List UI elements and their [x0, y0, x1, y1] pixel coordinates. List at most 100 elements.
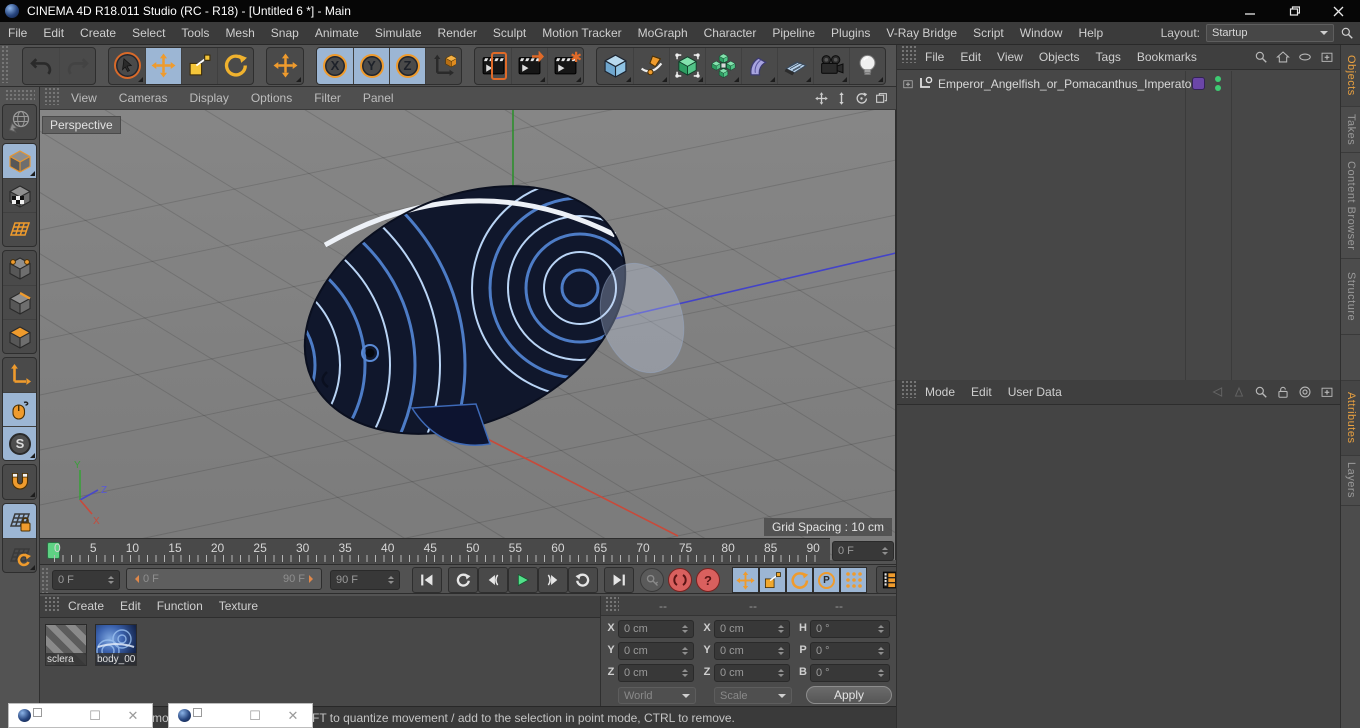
points-mode-button[interactable]: [3, 251, 37, 285]
menu-mesh[interactable]: Mesh: [217, 22, 262, 45]
play-button[interactable]: [508, 567, 538, 593]
pos-y-field[interactable]: 0 cm: [618, 642, 694, 660]
om-menu-edit[interactable]: Edit: [952, 46, 989, 69]
om-grip[interactable]: [901, 45, 917, 63]
add-floor-button[interactable]: [777, 47, 813, 84]
render-view-button[interactable]: [475, 48, 511, 84]
viewport-zoom-icon[interactable]: [835, 91, 848, 105]
am-menu-mode[interactable]: Mode: [917, 381, 963, 404]
material-menu-texture[interactable]: Texture: [211, 595, 266, 618]
viewport-menu-options[interactable]: Options: [240, 87, 303, 109]
object-row[interactable]: Emperor_Angelfish_or_Pomacanthus_Imperat…: [897, 73, 1340, 94]
menu-pipeline[interactable]: Pipeline: [764, 22, 823, 45]
lock-icon[interactable]: [1276, 385, 1290, 399]
z-axis-lock-button[interactable]: Z: [389, 47, 425, 84]
maximize-icon[interactable]: ☐: [236, 708, 274, 724]
viewport-menu-cameras[interactable]: Cameras: [108, 87, 179, 109]
eye-icon[interactable]: [1298, 50, 1312, 64]
play-backwards-button[interactable]: [448, 567, 478, 593]
rot-b-field[interactable]: 0 °: [810, 664, 890, 682]
fish-model[interactable]: [40, 138, 697, 560]
workplane-lock-button[interactable]: [3, 504, 36, 538]
toolbar-grip[interactable]: [1, 45, 10, 83]
viewport-pan-icon[interactable]: [815, 92, 828, 105]
record-keyframe-button[interactable]: [640, 568, 664, 592]
move-tool[interactable]: [145, 47, 181, 84]
viewport-canvas[interactable]: Y Z X Perspective Grid Spacing : 10 cm: [40, 110, 896, 560]
menu-select[interactable]: Select: [124, 22, 173, 45]
camera-label[interactable]: Perspective: [42, 116, 121, 134]
close-icon[interactable]: ✕: [274, 708, 312, 724]
menu-snap[interactable]: Snap: [263, 22, 307, 45]
spinner-arrows[interactable]: [882, 547, 888, 555]
material-sclera[interactable]: sclera: [45, 624, 87, 666]
add-cube-button[interactable]: [597, 48, 633, 84]
menu-character[interactable]: Character: [696, 22, 765, 45]
menu-tools[interactable]: Tools: [173, 22, 217, 45]
add-subdivision-surface-button[interactable]: [669, 47, 705, 84]
search-icon[interactable]: [1254, 50, 1268, 64]
frame-range-slider[interactable]: 0 F 90 F: [126, 568, 322, 590]
y-axis-lock-button[interactable]: Y: [353, 47, 389, 84]
add-spline-button[interactable]: [633, 47, 669, 84]
simulation-button[interactable]: S: [3, 426, 36, 460]
editor-visibility-dot[interactable]: [1215, 76, 1221, 82]
coordinate-space-dropdown[interactable]: World: [618, 687, 696, 704]
edges-mode-button[interactable]: [3, 285, 36, 319]
am-grip[interactable]: [901, 380, 917, 398]
range-right-arrow-icon[interactable]: [309, 575, 317, 583]
add-camera-button[interactable]: [813, 47, 849, 84]
om-menu-view[interactable]: View: [989, 46, 1031, 69]
workplane-snap-button[interactable]: [3, 538, 36, 572]
polygons-mode-button[interactable]: [3, 319, 36, 353]
make-editable-button[interactable]: [3, 105, 37, 139]
viewport-solo-button[interactable]: [3, 392, 36, 426]
menu-sculpt[interactable]: Sculpt: [485, 22, 534, 45]
target-icon[interactable]: [1298, 385, 1312, 399]
rot-h-field[interactable]: 0 °: [810, 620, 890, 638]
rot-p-field[interactable]: 0 °: [810, 642, 890, 660]
live-selection-tool[interactable]: [109, 48, 145, 84]
key-pla-toggle[interactable]: [840, 567, 867, 593]
viewport-rotate-icon[interactable]: [855, 92, 868, 105]
menu-vray-bridge[interactable]: V-Ray Bridge: [878, 22, 965, 45]
play-loop-button[interactable]: [568, 567, 598, 593]
menu-script[interactable]: Script: [965, 22, 1012, 45]
workplane-mode-button[interactable]: [3, 212, 36, 246]
material-menu-create[interactable]: Create: [60, 595, 112, 618]
tab-takes[interactable]: Takes: [1341, 107, 1360, 153]
history-forward-icon[interactable]: [1232, 385, 1246, 399]
viewport-menu-grip[interactable]: [44, 87, 60, 105]
key-rotation-toggle[interactable]: [786, 567, 813, 593]
search-icon[interactable]: [1254, 385, 1268, 399]
last-tool-used[interactable]: [267, 48, 303, 84]
snap-magnet-button[interactable]: [3, 465, 36, 499]
scale-y-field[interactable]: 0 cm: [714, 642, 790, 660]
timeline-frame-field[interactable]: 0 F: [832, 541, 894, 561]
current-frame-field[interactable]: 0 F: [52, 570, 120, 590]
redo-button[interactable]: [59, 47, 95, 84]
coordinate-system-button[interactable]: [425, 47, 461, 84]
viewport-menu-panel[interactable]: Panel: [352, 87, 405, 109]
add-light-button[interactable]: [849, 47, 885, 84]
minimize-button[interactable]: [1228, 0, 1272, 22]
menu-file[interactable]: File: [0, 22, 35, 45]
viewport-menu-display[interactable]: Display: [178, 87, 239, 109]
menu-edit[interactable]: Edit: [35, 22, 72, 45]
goto-start-button[interactable]: [412, 567, 442, 593]
model-mode-button[interactable]: [3, 144, 36, 178]
autokey-button[interactable]: [668, 568, 692, 592]
menu-render[interactable]: Render: [430, 22, 485, 45]
menu-window[interactable]: Window: [1012, 22, 1071, 45]
tab-structure[interactable]: Structure: [1341, 259, 1360, 335]
scale-x-field[interactable]: 0 cm: [714, 620, 790, 638]
scale-tool[interactable]: [181, 47, 217, 84]
menu-animate[interactable]: Animate: [307, 22, 367, 45]
coords-grip[interactable]: [605, 596, 619, 612]
am-menu-edit[interactable]: Edit: [963, 381, 1000, 404]
om-menu-objects[interactable]: Objects: [1031, 46, 1088, 69]
tab-layers[interactable]: Layers: [1341, 456, 1360, 506]
render-visibility-dot[interactable]: [1215, 85, 1221, 91]
menu-create[interactable]: Create: [72, 22, 124, 45]
modes-toolbar-grip[interactable]: [4, 89, 35, 101]
